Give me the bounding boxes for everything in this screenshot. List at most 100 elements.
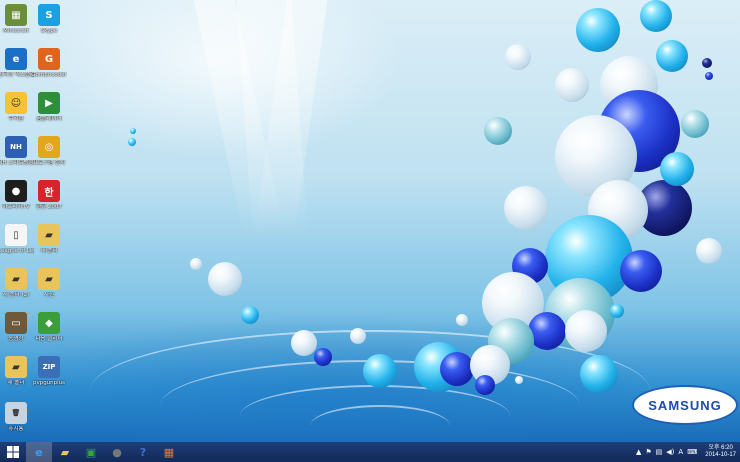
desktop-icon-label: 한글 2007 [36,204,62,210]
desktop-icon[interactable]: ● 아프리카TV [0,180,34,211]
desktop-icon-label: 쿠키런 [8,116,24,122]
app-icon: G [38,48,60,70]
desktop-icon-label: 사진 [43,292,55,298]
app-icon: ● [5,180,27,202]
clock[interactable]: 오후 6:20 2014-10-17 [705,445,736,459]
desktop-icon-label: 프로그램 설치 [32,160,66,166]
bubble [656,40,688,72]
bubble [505,44,531,70]
water-ripple [310,405,450,442]
samsung-logo: SAMSUNG [632,385,738,425]
desktop-icon[interactable]: ◎ 프로그램 설치 [31,136,67,167]
desktop-icon[interactable]: ▯ League of Legends [0,224,34,255]
app-icon: ▰ [38,224,60,246]
clock-time: 오후 6:20 [708,445,733,451]
app-icon: NH [5,136,27,158]
desktop-icon[interactable]: 한한글 2007 [31,180,67,211]
bubble [241,306,259,324]
app-icon: S [38,4,60,26]
keyboard-icon[interactable]: ⌨ [687,448,697,456]
desktop-icon[interactable]: ▰ 새 폴더 (2) [0,268,34,299]
app-icon: 한 [38,180,60,202]
app-icon: ZIP [38,356,60,378]
bubble [291,330,317,356]
bubble [576,8,620,52]
volume-icon[interactable]: ◀) [666,448,674,456]
brand-logo-text: SAMSUNG [648,397,722,413]
taskbar-button[interactable]: ▦ [156,442,182,462]
desktop-icon-label: 휴지통 [8,426,24,432]
desktop-icon[interactable]: e 인터넷 익스플로러 [0,48,34,79]
desktop-icon-label: NH 스마트뱅킹 [0,160,34,166]
bubble [681,110,709,138]
bubble [363,354,397,388]
show-hidden-icons-icon[interactable]: ▲ [636,448,641,456]
desktop-icon-label: 곰플레이어 [36,116,62,122]
windows-logo-icon [7,446,19,458]
desktop-icon-label: Skype [40,28,58,34]
desktop-icon-label: GomEncoder [31,72,67,78]
app-icon: ▦ [5,4,27,26]
bubble [660,152,694,186]
desktop-icon-label: pvpgunplus [32,380,66,386]
app-icon: ◎ [38,136,60,158]
taskbar: e ▰ ▣ ●? ▦ ▲ ⚑ ▤ ◀) A ⌨ 오후 6:20 2014-10-17 [0,442,740,462]
bubble [350,328,366,344]
system-tray: ▲ ⚑ ▤ ◀) A ⌨ 오후 6:20 2014-10-17 [636,442,736,462]
desktop-icon-label: 새 폴더 [40,248,58,254]
pinned-apps: e ▰ ▣ ●? ▦ [26,442,182,462]
app-icon: 🗑 [5,402,27,424]
bubble [128,138,136,146]
start-button[interactable] [0,442,26,462]
desktop-icon[interactable]: ☺ 쿠키런 [0,92,34,123]
app-icon: ▶ [38,92,60,114]
desktop-icon[interactable]: G GomEncoder [31,48,67,79]
taskbar-button[interactable]: ▣ [78,442,104,462]
bubble [610,304,624,318]
bubble [440,352,474,386]
desktop-icon[interactable]: ▭ 동영상 [0,312,34,343]
desktop-icon-label: 새 폴더 [7,380,25,386]
desktop-icon[interactable]: ▰ 새 폴더 [31,224,67,255]
taskbar-button[interactable]: e [26,442,52,462]
desktop-icon[interactable]: ◆ 다음 클리너 [31,312,67,343]
bubble [475,375,495,395]
clock-date: 2014-10-17 [705,452,736,458]
desktop-icon-label: Minecraft [3,28,29,34]
bubble [620,250,662,292]
desktop-icon-label: 다음 클리너 [35,336,63,342]
desktop-icon[interactable]: ▰ 새 폴더 [0,356,34,387]
desktop-icon[interactable]: ▰ 사진 [31,268,67,299]
bubble [484,117,512,145]
bubble [456,314,468,326]
desktop-icon[interactable]: NH NH 스마트뱅킹 [0,136,34,167]
desktop-icon[interactable]: 🗑 휴지통 [0,402,34,433]
bubble [555,68,589,102]
bubble [580,355,618,393]
taskbar-button[interactable]: ? [130,442,156,462]
app-icon: ▭ [5,312,27,334]
desktop-icon[interactable]: ▶ 곰플레이어 [31,92,67,123]
desktop-icon[interactable]: ZIP pvpgunplus [31,356,67,387]
bubble [696,238,722,264]
network-icon[interactable]: ▤ [656,448,663,456]
app-icon: e [5,48,27,70]
desktop-icon-label: 인터넷 익스플로러 [0,72,34,78]
action-center-icon[interactable]: ⚑ [645,448,651,456]
bubble [640,0,672,32]
app-icon: ▰ [38,268,60,290]
desktop-icon[interactable]: S Skype [31,4,67,35]
taskbar-button[interactable]: ● [104,442,130,462]
bubble [130,128,136,134]
app-icon: ▯ [5,224,27,246]
bubble [705,72,713,80]
file-explorer-icon: ▰ [60,445,70,459]
taskbar-button[interactable]: ▰ [52,442,78,462]
media-icon: ● [112,445,122,459]
desktop-icon[interactable]: ▦ Minecraft [0,4,34,35]
store-icon: ▣ [85,445,97,459]
ime-indicator[interactable]: A [678,448,683,456]
app-icon: ▦ [163,445,175,459]
desktop-icon-label: League of Legends [0,248,34,254]
app-icon: ◆ [38,312,60,334]
